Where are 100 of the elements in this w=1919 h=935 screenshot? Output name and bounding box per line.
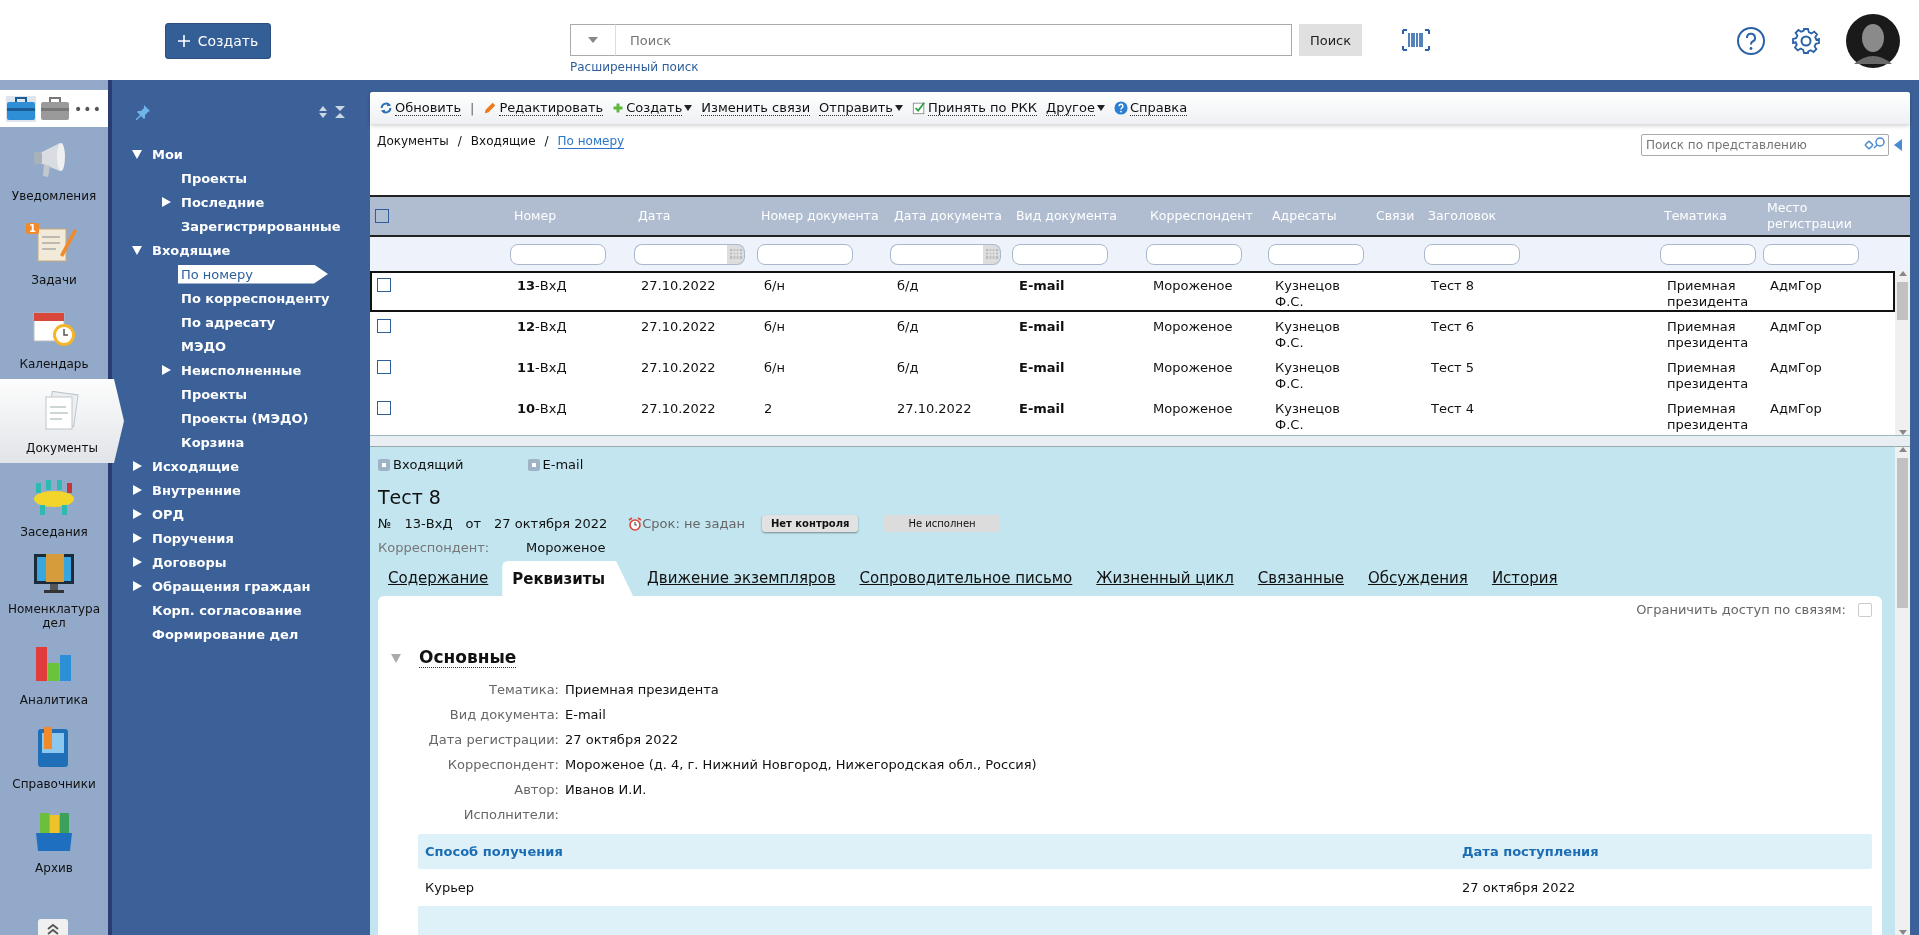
rail-item[interactable]: Заседания xyxy=(0,463,108,547)
nav-item[interactable]: По адресату xyxy=(178,312,279,332)
collapsed-arrow-icon[interactable] xyxy=(132,581,142,591)
tab[interactable]: Сопроводительное письмо xyxy=(849,569,1083,596)
toolbar-button[interactable]: Другое xyxy=(1046,100,1105,116)
scroll-thumb[interactable] xyxy=(1897,282,1908,320)
scroll-up-button[interactable] xyxy=(38,919,68,935)
more-button[interactable]: ••• xyxy=(74,100,102,117)
table-row[interactable]: 12-ВхД 27.10.2022 б/н б/д E-mail Мороженое Кузнецов Ф.С. Тест 6 Приемная президента АдмГор xyxy=(370,312,1895,353)
nav-item[interactable]: Проекты xyxy=(178,168,251,188)
pin-icon[interactable] xyxy=(135,104,151,120)
filter-field[interactable] xyxy=(1763,243,1859,265)
collapsed-arrow-icon[interactable] xyxy=(132,533,142,543)
nav-item[interactable]: Внутренние xyxy=(149,480,244,500)
search-scope-dropdown[interactable] xyxy=(570,24,616,56)
tab[interactable]: Жизненный цикл xyxy=(1086,569,1244,596)
nav-item[interactable]: Последние xyxy=(178,192,268,212)
help-icon[interactable] xyxy=(1736,26,1766,56)
select-all-checkbox[interactable] xyxy=(375,209,389,223)
toolbar-button[interactable]: Отправить xyxy=(819,100,903,116)
table-row[interactable]: 13-ВхД 27.10.2022 б/н б/д E-mail Мороженое Кузнецов Ф.С. Тест 8 Приемная президента АдмГор xyxy=(370,271,1895,312)
expanded-arrow-icon[interactable] xyxy=(132,149,142,159)
row-checkbox[interactable] xyxy=(377,360,391,374)
section-title[interactable]: Основные xyxy=(419,647,517,668)
nav-item[interactable]: Неисполненные xyxy=(178,360,305,380)
nav-item[interactable]: ОРД xyxy=(149,504,188,524)
toolbar-button[interactable]: Изменить связи xyxy=(701,100,811,116)
breadcrumb-link[interactable]: По номеру xyxy=(557,134,625,149)
nav-item[interactable]: Входящие xyxy=(149,240,234,260)
tab[interactable]: История xyxy=(1481,569,1568,596)
nav-item[interactable]: Поручения xyxy=(149,528,237,548)
advanced-search-link[interactable]: Расширенный поиск xyxy=(570,60,1430,74)
nav-item[interactable]: Зарегистрированные xyxy=(178,216,344,236)
briefcase-icon[interactable] xyxy=(6,95,37,122)
collapsed-arrow-icon[interactable] xyxy=(132,461,142,471)
avatar[interactable] xyxy=(1846,14,1900,68)
filter-field[interactable] xyxy=(757,243,853,265)
table-row[interactable]: 11-ВхД 27.10.2022 б/н б/д E-mail Мороженое Кузнецов Ф.С. Тест 5 Приемная президента АдмГор xyxy=(370,353,1895,394)
tab[interactable]: Связанные xyxy=(1247,569,1354,596)
table-row[interactable]: 10-ВхД 27.10.2022 2 27.10.2022 E-mail Мороженое Кузнецов Ф.С. Тест 4 Приемная президента АдмГор xyxy=(370,394,1895,435)
tab[interactable]: Движение экземпляров xyxy=(637,569,846,596)
tab[interactable]: Обсуждения xyxy=(1358,569,1478,596)
breadcrumb-link[interactable]: Документы xyxy=(377,134,449,149)
nav-item[interactable]: Корп. согласование xyxy=(149,600,305,620)
nav-item[interactable]: Проекты (МЭДО) xyxy=(178,408,312,428)
tab[interactable]: Содержание xyxy=(378,569,499,596)
filter-field[interactable] xyxy=(1660,243,1756,265)
rail-item[interactable]: 1 Задачи xyxy=(0,211,108,295)
toolbar-button[interactable]: Обновить xyxy=(379,100,462,116)
rail-item[interactable]: Календарь xyxy=(0,295,108,379)
nav-item[interactable]: МЭДО xyxy=(178,336,230,356)
toolbar-button[interactable]: Принять по РКК xyxy=(911,100,1037,116)
scroll-thumb[interactable] xyxy=(1897,458,1908,608)
restrict-access-checkbox[interactable] xyxy=(1858,602,1872,617)
filter-field[interactable] xyxy=(510,243,606,265)
rail-item[interactable]: Номенклатура дел xyxy=(0,547,108,631)
filter-field[interactable] xyxy=(1012,243,1108,265)
nav-item[interactable]: Мои xyxy=(149,144,186,164)
nav-item[interactable]: По корреспонденту xyxy=(178,288,333,308)
filter-field[interactable] xyxy=(1268,243,1364,265)
breadcrumb-link[interactable]: Входящие xyxy=(470,134,536,149)
row-checkbox[interactable] xyxy=(377,401,391,415)
search-field[interactable]: Поиск xyxy=(616,24,1292,56)
settings-icon[interactable] xyxy=(1791,26,1821,56)
expand-collapse-icon[interactable] xyxy=(318,105,348,119)
rail-item[interactable]: Документы xyxy=(0,379,124,463)
scroll-down-icon[interactable] xyxy=(1898,930,1907,935)
rail-item[interactable]: Архив xyxy=(0,799,108,883)
filter-field[interactable] xyxy=(1146,243,1242,265)
expanded-arrow-icon[interactable] xyxy=(132,245,142,255)
briefcase-icon[interactable] xyxy=(40,95,71,122)
collapsed-arrow-icon[interactable] xyxy=(132,557,142,567)
barcode-icon[interactable] xyxy=(1402,29,1430,51)
nav-item[interactable]: Обращения граждан xyxy=(149,576,314,596)
row-checkbox[interactable] xyxy=(377,278,391,292)
nav-item[interactable]: Договоры xyxy=(149,552,230,572)
rail-item[interactable]: Аналитика xyxy=(0,631,108,715)
collapsed-arrow-icon[interactable] xyxy=(132,509,142,519)
tab[interactable]: Реквизиты xyxy=(502,561,634,596)
search-button[interactable]: Поиск xyxy=(1299,24,1362,56)
collapse-arrow-icon[interactable] xyxy=(1894,139,1902,151)
nav-item[interactable]: Проекты xyxy=(178,384,251,404)
filter-field[interactable] xyxy=(1424,243,1520,265)
nav-item[interactable]: Корзина xyxy=(178,432,248,452)
nav-item[interactable]: Исходящие xyxy=(149,456,243,476)
collapsed-arrow-icon[interactable] xyxy=(161,197,171,207)
collapsed-arrow-icon[interactable] xyxy=(161,365,171,375)
toolbar-button[interactable]: Создать xyxy=(612,100,693,116)
scrollbar[interactable] xyxy=(1895,447,1910,935)
splitter-handle[interactable] xyxy=(370,436,1910,447)
rail-item[interactable]: Справочники xyxy=(0,715,108,799)
collapsed-arrow-icon[interactable] xyxy=(132,485,142,495)
create-button[interactable]: Создать xyxy=(165,23,271,59)
toolbar-button[interactable]: Справка xyxy=(1113,100,1188,116)
view-search-field[interactable]: Поиск по представлению xyxy=(1641,134,1889,156)
row-checkbox[interactable] xyxy=(377,319,391,333)
scrollbar[interactable] xyxy=(1895,271,1910,435)
toolbar-button[interactable]: Редактировать xyxy=(483,100,604,116)
rail-item[interactable]: Уведомления xyxy=(0,127,108,211)
nav-item[interactable]: Формирование дел xyxy=(149,624,302,644)
